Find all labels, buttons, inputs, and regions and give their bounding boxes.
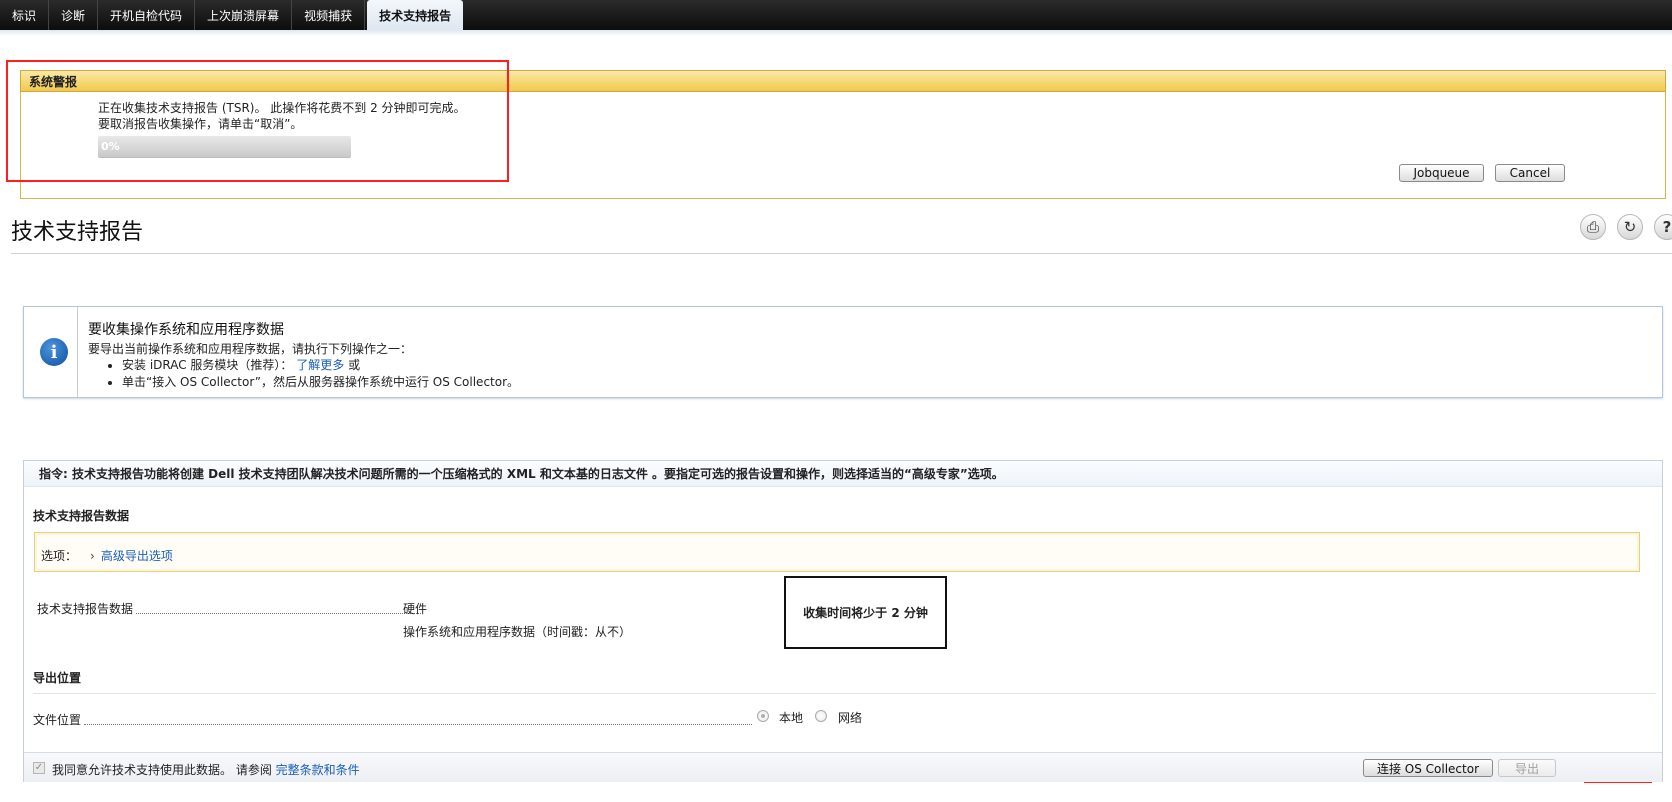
export-button[interactable]: 导出 [1498, 759, 1556, 777]
list-item: 单击“接入 OS Collector”，然后从服务器操作系统中运行 OS Col… [122, 374, 519, 391]
radio-network[interactable] [815, 710, 827, 722]
radio-local[interactable] [757, 710, 769, 722]
instruction-bar: 指令: 技术支持报告功能将创建 Dell 技术支持团队解决技术问题所需的一个压缩… [24, 461, 1662, 487]
jobqueue-button[interactable]: Jobqueue [1399, 164, 1484, 182]
agree-text-group: 我同意允许技术支持使用此数据。 请参阅 完整条款和条件 [52, 761, 360, 778]
annotation-highlight-alert [6, 60, 509, 182]
tab-strip-shadow [0, 30, 1672, 36]
tsr-main-panel: 指令: 技术支持报告功能将创建 Dell 技术支持团队解决技术问题所需的一个压缩… [23, 460, 1663, 782]
dotted-leader [136, 613, 421, 614]
top-tab-bar: 标识 诊断 开机自检代码 上次崩溃屏幕 视频捕获 技术支持报告 [0, 0, 1672, 31]
help-icon[interactable]: ? [1654, 214, 1672, 240]
info-title: 要收集操作系统和应用程序数据 [88, 322, 284, 338]
agree-text: 我同意允许技术支持使用此数据。 请参阅 [52, 763, 272, 777]
info-icon: i [40, 338, 68, 366]
print-icon[interactable]: ⎙ [1580, 214, 1606, 240]
dotted-leader [84, 724, 752, 725]
list-item: 安装 iDRAC 服务模块（推荐）： 了解更多 或 [122, 357, 519, 374]
info-icon-column: i [24, 307, 78, 397]
data-section-title: 技术支持报告数据 [33, 509, 130, 523]
tab-tech-support-report[interactable]: 技术支持报告 [367, 0, 464, 31]
radio-local-label: 本地 [779, 711, 804, 725]
export-location-title: 导出位置 [33, 671, 82, 685]
title-divider [11, 253, 1672, 254]
report-item-hardware: 硬件 [403, 602, 428, 616]
collection-time-note: 收集时间将少于 2 分钟 [784, 576, 947, 649]
options-box: 选项： › 高级导出选项 [34, 532, 1640, 572]
os-data-info-box: i 要收集操作系统和应用程序数据 要导出当前操作系统和应用程序数据，请执行下列操… [23, 306, 1663, 398]
cancel-button[interactable]: Cancel [1495, 164, 1565, 182]
connect-os-collector-button[interactable]: 连接 OS Collector [1363, 759, 1493, 777]
tab-identity[interactable]: 标识 [0, 0, 50, 30]
tab-diagnostics[interactable]: 诊断 [49, 0, 99, 30]
tab-post-codes[interactable]: 开机自检代码 [98, 0, 196, 30]
refresh-icon[interactable]: ↻ [1617, 214, 1643, 240]
radio-network-label: 网络 [838, 711, 863, 725]
list-item-text: 安装 iDRAC 服务模块（推荐）： [122, 358, 293, 372]
chevron-right-icon: › [90, 549, 95, 563]
section-divider [33, 693, 1656, 694]
info-options-list: 安装 iDRAC 服务模块（推荐）： 了解更多 或 单击“接入 OS Colle… [108, 357, 519, 391]
tab-video-capture[interactable]: 视频捕获 [292, 0, 366, 30]
report-data-label: 技术支持报告数据 [37, 602, 134, 616]
tab-last-crash-screen[interactable]: 上次崩溃屏幕 [195, 0, 293, 30]
learn-more-link[interactable]: 了解更多 [296, 358, 344, 372]
report-item-os-app-data: 操作系统和应用程序数据（时间戳：从不） [403, 625, 632, 639]
terms-link[interactable]: 完整条款和条件 [276, 763, 360, 777]
agree-checkbox[interactable]: ✓ [33, 762, 45, 774]
panel-footer: ✓ 我同意允许技术支持使用此数据。 请参阅 完整条款和条件 连接 OS Coll… [24, 752, 1662, 782]
advanced-export-options-text: 高级导出选项 [100, 549, 173, 563]
options-label: 选项： [41, 549, 78, 563]
page-title: 技术支持报告 [11, 220, 144, 245]
info-subtitle: 要导出当前操作系统和应用程序数据，请执行下列操作之一： [88, 342, 413, 356]
list-item-suffix: 或 [348, 358, 361, 372]
advanced-export-options-link[interactable]: › 高级导出选项 [90, 547, 173, 564]
file-location-label: 文件位置 [33, 713, 82, 727]
